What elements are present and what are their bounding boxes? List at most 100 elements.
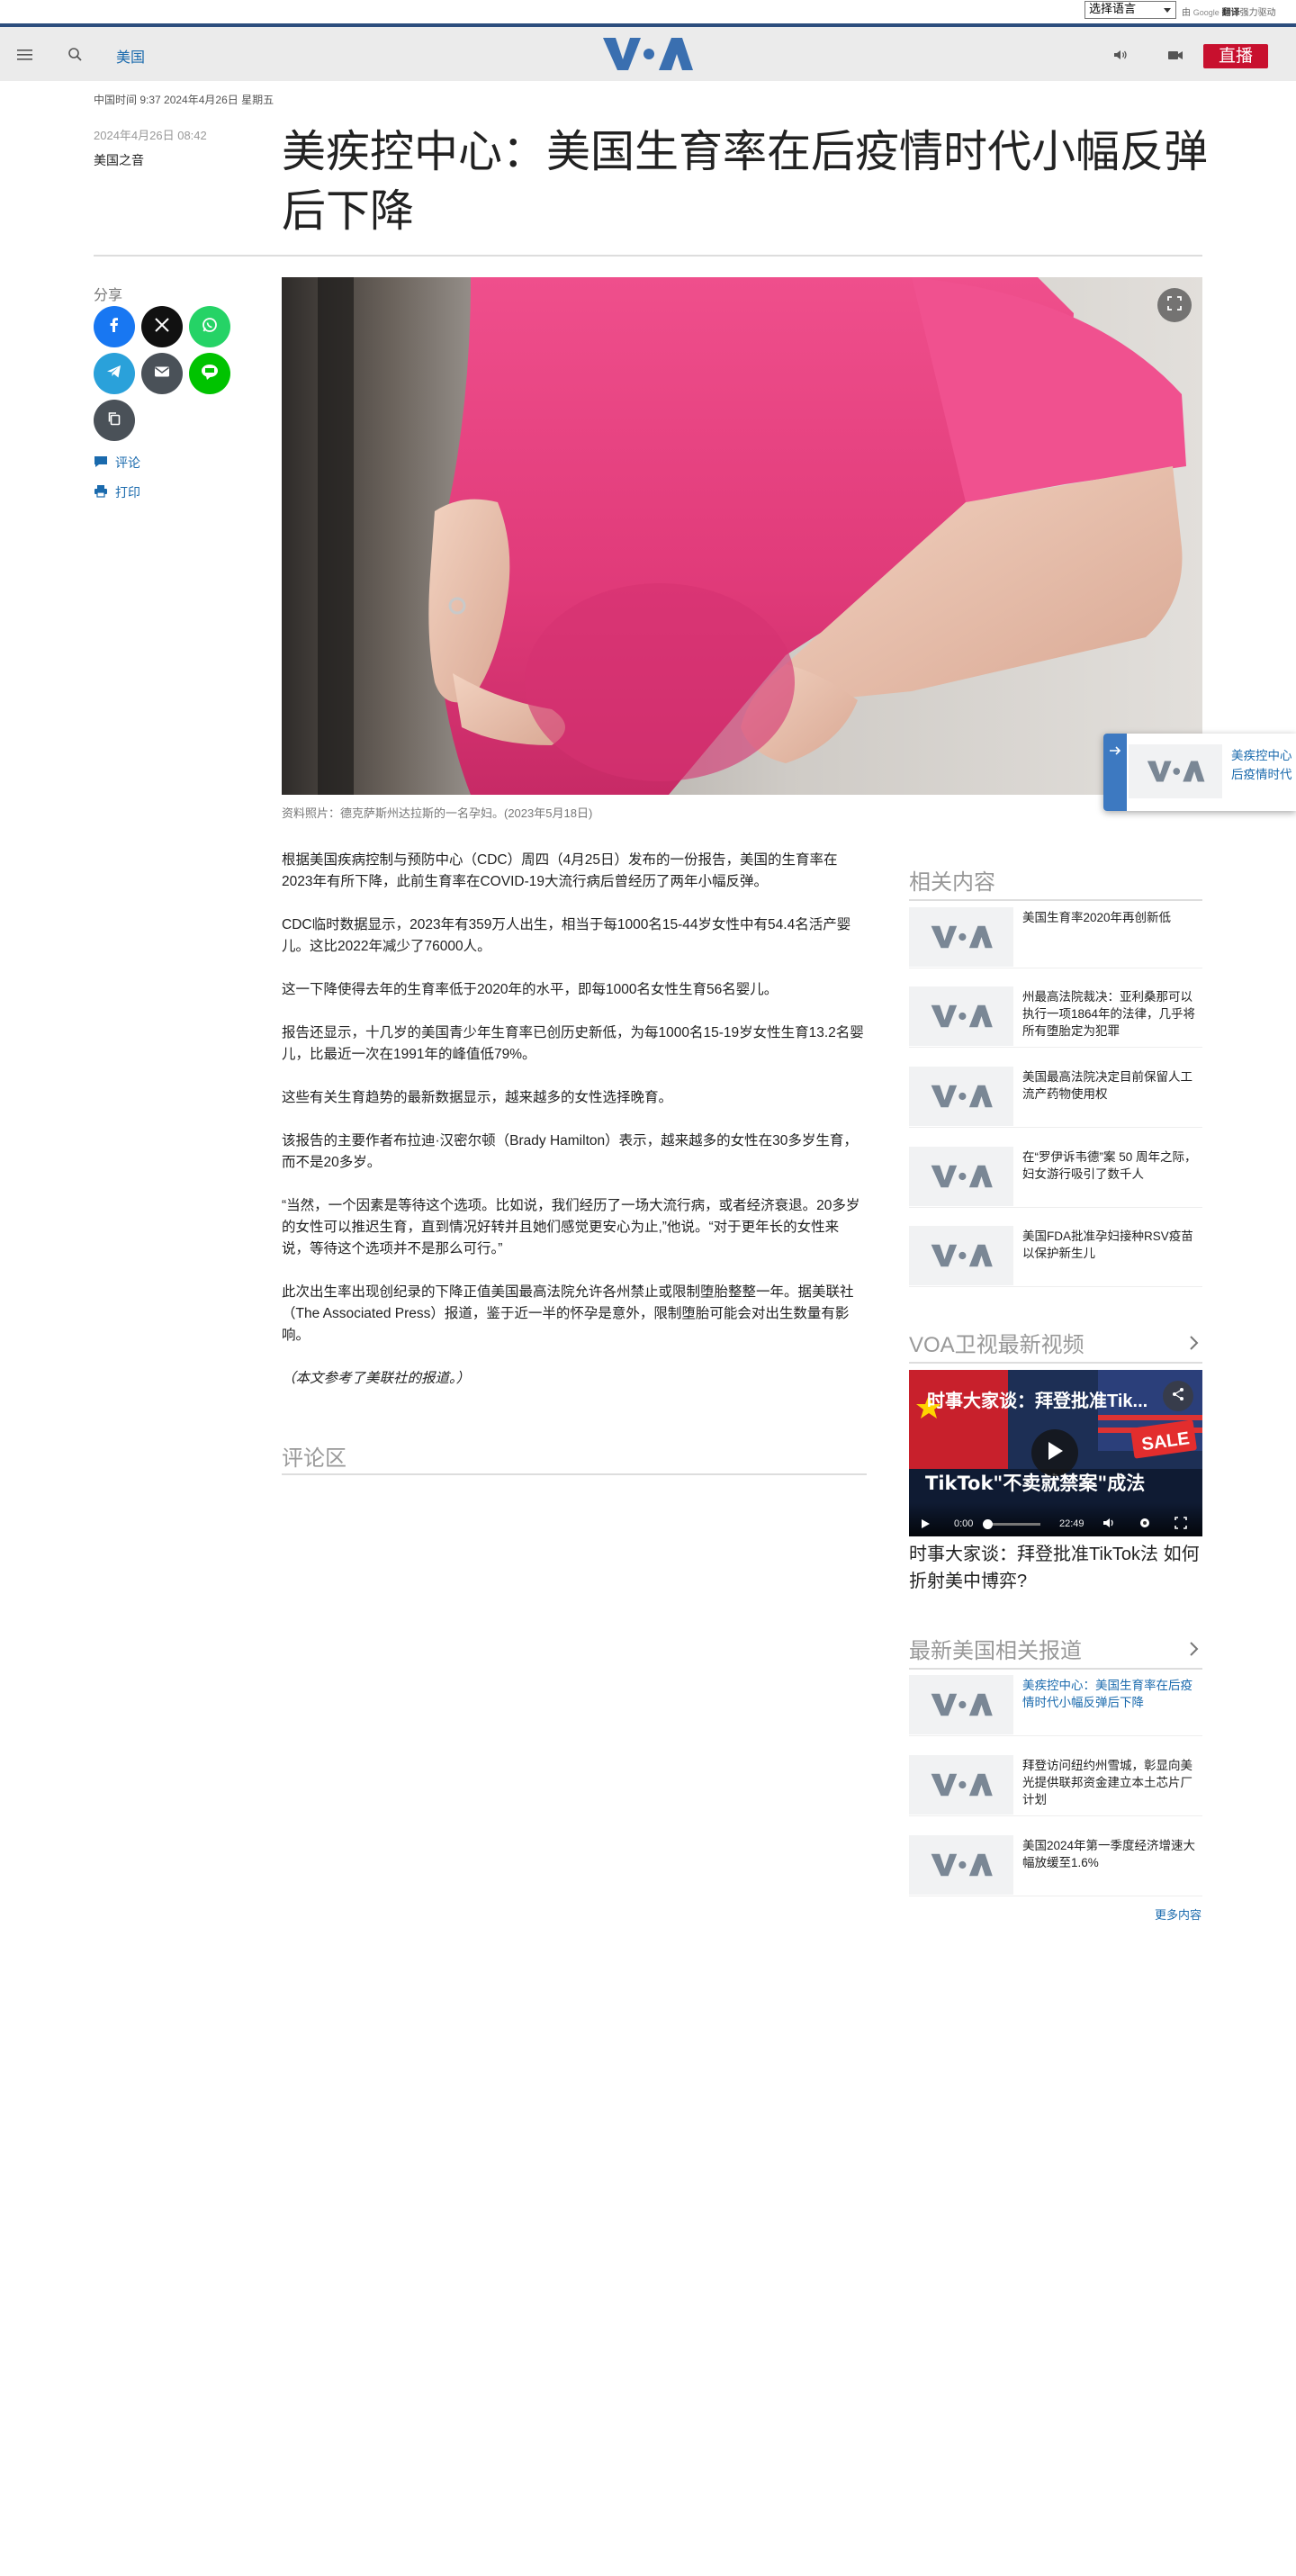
- site-header: 美国 直播: [0, 23, 1296, 81]
- print-link[interactable]: 打印: [94, 483, 140, 501]
- article-body: 根据美国疾病控制与预防中心（CDC）周四（4月25日）发布的一份报告，美国的生育…: [282, 850, 867, 1411]
- article-paragraph: 报告还显示，十几岁的美国青少年生育率已创历史新低，为每1000名15-19岁女性…: [282, 1025, 864, 1062]
- voa-thumb-logo: [909, 1067, 1013, 1126]
- share-label: 分享: [94, 288, 123, 303]
- article-paragraph: 此次出生率出现创纪录的下降正值美国最高法院允许各州禁止或限制堕胎整整一年。据美联…: [282, 1284, 854, 1343]
- article-paragraph: CDC临时数据显示，2023年有359万人出生，相当于每1000名15-44岁女…: [282, 917, 851, 954]
- language-select[interactable]: 选择语言: [1084, 1, 1176, 19]
- latest-item-title: 美国2024年第一季度经济增速大幅放缓至1.6%: [1022, 1839, 1196, 1869]
- latest-heading[interactable]: 最新美国相关报道: [909, 1633, 1202, 1670]
- comment-icon: [94, 455, 108, 471]
- video-controls: 0:00 22:49: [909, 1502, 1202, 1536]
- whatsapp-share-button[interactable]: [189, 306, 230, 347]
- facebook-share-button[interactable]: [94, 306, 135, 347]
- latest-item-title: 美疾控中心：美国生育率在后疫情时代小幅反弹后下降: [1022, 1679, 1192, 1709]
- video-camera-icon[interactable]: [1166, 45, 1185, 65]
- related-item-title: 美国生育率2020年再创新低: [1022, 911, 1172, 924]
- image-caption: 资料照片：德克萨斯州达拉斯的一名孕妇。(2023年5月18日): [282, 806, 593, 820]
- latest-item-title: 拜登访问纽约州雪城，彰显向美光提供联邦资金建立本土芯片厂计划: [1022, 1759, 1192, 1806]
- voa-thumb-logo: [909, 907, 1013, 967]
- video-progress-bar[interactable]: [986, 1523, 1040, 1526]
- comment-link-label: 评论: [115, 455, 140, 470]
- floater-title-line: 美疾控中心: [1231, 749, 1292, 762]
- related-item-title: 美国FDA批准孕妇接种RSV疫苗以保护新生儿: [1022, 1229, 1193, 1260]
- section-link-us[interactable]: 美国: [116, 45, 145, 67]
- comments-heading: 评论区: [282, 1446, 346, 1471]
- svg-text:TikTok"不卖就禁案"成法: TikTok"不卖就禁案"成法: [925, 1473, 1145, 1494]
- audio-icon[interactable]: [1111, 45, 1130, 65]
- whatsapp-icon: [201, 316, 219, 338]
- copy-link-button[interactable]: [94, 400, 135, 441]
- search-icon[interactable]: [66, 45, 86, 65]
- article-paragraph: 根据美国疾病控制与预防中心（CDC）周四（4月25日）发布的一份报告，美国的生育…: [282, 852, 838, 889]
- play-button[interactable]: [1031, 1429, 1078, 1476]
- author[interactable]: 美国之音: [94, 151, 144, 169]
- related-heading: 相关内容: [909, 864, 1202, 901]
- related-item[interactable]: 美国最高法院决定目前保留人工流产药物使用权: [909, 1067, 1202, 1128]
- x-share-button[interactable]: [141, 306, 183, 347]
- related-item-title: 在“罗伊诉韦德”案 50 周年之际，妇女游行吸引了数千人: [1022, 1150, 1197, 1181]
- article-paragraph: 这一下降使得去年的生育率低于2020年的水平，即每1000名女性生育56名婴儿。: [282, 982, 778, 997]
- video-current-time: 0:00: [954, 1518, 974, 1529]
- video-duration: 22:49: [1059, 1518, 1084, 1529]
- copy-icon: [106, 410, 122, 431]
- floater-title-line: 后疫情时代: [1231, 768, 1292, 781]
- chevron-right-icon: [1188, 1638, 1199, 1663]
- related-heading-text: 相关内容: [909, 870, 995, 895]
- video-heading[interactable]: VOA卫视最新视频: [909, 1327, 1202, 1364]
- latest-item[interactable]: 美疾控中心：美国生育率在后疫情时代小幅反弹后下降: [909, 1675, 1202, 1736]
- video-progress-handle[interactable]: [983, 1519, 993, 1529]
- voa-logo[interactable]: [601, 34, 693, 74]
- video-share-button[interactable]: [1163, 1381, 1193, 1411]
- related-item[interactable]: 美国FDA批准孕妇接种RSV疫苗以保护新生儿: [909, 1226, 1202, 1287]
- small-play-icon[interactable]: [920, 1518, 931, 1534]
- comment-link[interactable]: 评论: [94, 454, 140, 472]
- source-note: （本文参考了美联社的报道。）: [282, 1371, 471, 1386]
- article-paragraph: 该报告的主要作者布拉迪·汉密尔顿（Brady Hamilton）表示，越来越多的…: [282, 1133, 858, 1170]
- related-item-title: 美国最高法院决定目前保留人工流产药物使用权: [1022, 1070, 1192, 1101]
- article-paragraph: “当然，一个因素是等待这个选项。比如说，我们经历了一场大流行病，或者经济衰退。2…: [282, 1198, 860, 1256]
- voa-thumb-logo: [909, 1147, 1013, 1206]
- chevron-right-icon: [1188, 1332, 1199, 1357]
- voa-thumb-logo: [909, 1226, 1013, 1285]
- voa-thumb-logo: [909, 1835, 1013, 1895]
- video-heading-text: VOA卫视最新视频: [909, 1333, 1084, 1357]
- voa-thumb-logo: [909, 1675, 1013, 1734]
- video-caption[interactable]: 时事大家谈：拜登批准TikTok法 如何折射美中博弈?: [909, 1541, 1202, 1595]
- arrow-right-icon: [1109, 744, 1121, 761]
- translate-bar: 选择语言 由 Google 翻译强力驱动: [0, 0, 1296, 23]
- video-player[interactable]: SALE TikTok"不卖就禁案"成法 时事大家谈：拜登批准Tik... 0:…: [909, 1370, 1202, 1536]
- google-wordmark[interactable]: Google: [1193, 8, 1220, 17]
- latest-item[interactable]: 美国2024年第一季度经济增速大幅放缓至1.6%: [909, 1835, 1202, 1896]
- play-icon: [1045, 1440, 1065, 1466]
- fullscreen-button[interactable]: [1157, 288, 1192, 322]
- menu-icon[interactable]: [15, 45, 35, 65]
- related-item[interactable]: 美国生育率2020年再创新低: [909, 907, 1202, 968]
- hero-image: [282, 277, 1202, 795]
- email-share-button[interactable]: [141, 353, 183, 394]
- more-content-link[interactable]: 更多内容: [1155, 1905, 1202, 1923]
- line-share-button[interactable]: [189, 353, 230, 394]
- floating-next-article[interactable]: 美疾控中心 后疫情时代: [1103, 734, 1296, 811]
- voa-thumb-logo: [1129, 744, 1222, 798]
- email-icon: [154, 364, 170, 384]
- related-item[interactable]: 州最高法院裁决：亚利桑那可以执行一项1864年的法律，几乎将所有堕胎定为犯罪: [909, 986, 1202, 1048]
- powered-by-google: 由 Google 翻译强力驱动: [1182, 5, 1276, 18]
- print-icon: [94, 484, 108, 500]
- volume-icon[interactable]: [1102, 1516, 1116, 1535]
- related-item[interactable]: 在“罗伊诉韦德”案 50 周年之际，妇女游行吸引了数千人: [909, 1147, 1202, 1208]
- live-button[interactable]: 直播: [1203, 44, 1268, 68]
- publish-date: 2024年4月26日 08:42: [94, 129, 207, 142]
- floater-strip[interactable]: [1103, 734, 1127, 811]
- fullscreen-icon[interactable]: [1174, 1516, 1188, 1535]
- latest-heading-text: 最新美国相关报道: [909, 1639, 1082, 1663]
- title-divider: [94, 255, 1202, 257]
- x-icon: [154, 317, 170, 338]
- settings-gear-icon[interactable]: [1138, 1516, 1152, 1535]
- telegram-share-button[interactable]: [94, 353, 135, 394]
- latest-item[interactable]: 拜登访问纽约州雪城，彰显向美光提供联邦资金建立本土芯片厂计划: [909, 1755, 1202, 1816]
- datetime-line: 中国时间 9:37 2024年4月26日 星期五: [94, 94, 274, 106]
- facebook-icon: [106, 317, 122, 338]
- line-icon: [200, 363, 220, 385]
- pregnant-woman-photo: [282, 277, 1202, 795]
